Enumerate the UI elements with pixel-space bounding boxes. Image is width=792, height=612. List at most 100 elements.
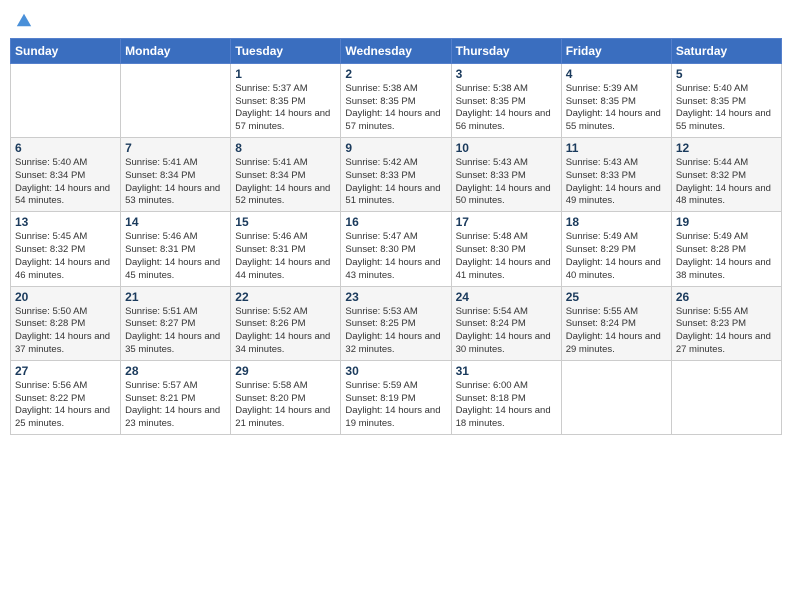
calendar-header: SundayMondayTuesdayWednesdayThursdayFrid…	[11, 38, 782, 63]
calendar-week-row: 6 Sunrise: 5:40 AMSunset: 8:34 PMDaylight…	[11, 138, 782, 212]
calendar-day-cell: 8Sunrise: 5:41 AMSunset: 8:34 PMDaylight…	[231, 138, 341, 212]
calendar-day-cell: 10 Sunrise: 5:43 AMSunset: 8:33 PMDayligh…	[451, 138, 561, 212]
day-info: Sunrise: 5:53 AMSunset: 8:25 PMDaylight:…	[345, 306, 446, 357]
calendar-day-cell: 12 Sunrise: 5:44 AMSunset: 8:32 PMDayligh…	[671, 138, 781, 212]
day-number: 7	[125, 141, 226, 155]
calendar-day-cell: 2Sunrise: 5:38 AMSunset: 8:35 PMDaylight…	[341, 63, 451, 137]
day-info: Sunrise: 5:59 AMSunset: 8:19 PMDaylight:…	[345, 380, 446, 431]
day-info: Sunrise: 5:40 AMSunset: 8:35 PMDaylight:…	[676, 83, 777, 134]
day-number: 27	[15, 364, 116, 378]
day-number: 15	[235, 215, 336, 229]
calendar-day-cell: 1 Sunrise: 5:37 AMSunset: 8:35 PMDaylight…	[231, 63, 341, 137]
day-info: Sunrise: 5:50 AMSunset: 8:28 PMDaylight:…	[15, 306, 116, 357]
day-number: 11	[566, 141, 667, 155]
calendar-day-cell: 3 Sunrise: 5:38 AMSunset: 8:35 PMDaylight…	[451, 63, 561, 137]
day-number: 20	[15, 290, 116, 304]
calendar-day-cell: 26Sunrise: 5:55 AMSunset: 8:23 PMDayligh…	[671, 286, 781, 360]
day-info: Sunrise: 5:39 AMSunset: 8:35 PMDaylight:…	[566, 83, 667, 134]
calendar-day-cell	[121, 63, 231, 137]
calendar-day-cell: 29 Sunrise: 5:58 AMSunset: 8:20 PMDayligh…	[231, 360, 341, 434]
calendar-day-cell: 7Sunrise: 5:41 AMSunset: 8:34 PMDaylight…	[121, 138, 231, 212]
calendar-header-cell: Wednesday	[341, 38, 451, 63]
calendar-header-cell: Monday	[121, 38, 231, 63]
calendar-day-cell: 6 Sunrise: 5:40 AMSunset: 8:34 PMDaylight…	[11, 138, 121, 212]
day-info: Sunrise: 5:51 AMSunset: 8:27 PMDaylight:…	[125, 306, 226, 357]
day-info: Sunrise: 5:55 AMSunset: 8:23 PMDaylight:…	[676, 306, 777, 357]
day-number: 24	[456, 290, 557, 304]
day-number: 8	[235, 141, 336, 155]
day-info: Sunrise: 5:43 AMSunset: 8:33 PMDaylight:…	[566, 157, 667, 208]
day-info: Sunrise: 5:49 AMSunset: 8:28 PMDaylight:…	[676, 231, 777, 282]
day-number: 28	[125, 364, 226, 378]
calendar-day-cell: 17 Sunrise: 5:48 AMSunset: 8:30 PMDayligh…	[451, 212, 561, 286]
day-number: 5	[676, 67, 777, 81]
calendar-day-cell: 5 Sunrise: 5:40 AMSunset: 8:35 PMDaylight…	[671, 63, 781, 137]
day-number: 22	[235, 290, 336, 304]
calendar-week-row: 20 Sunrise: 5:50 AMSunset: 8:28 PMDayligh…	[11, 286, 782, 360]
day-info: Sunrise: 5:43 AMSunset: 8:33 PMDaylight:…	[456, 157, 557, 208]
day-info: Sunrise: 5:40 AMSunset: 8:34 PMDaylight:…	[15, 157, 116, 208]
calendar-day-cell	[671, 360, 781, 434]
day-info: Sunrise: 5:58 AMSunset: 8:20 PMDaylight:…	[235, 380, 336, 431]
calendar-day-cell: 18Sunrise: 5:49 AMSunset: 8:29 PMDayligh…	[561, 212, 671, 286]
calendar-body: 1 Sunrise: 5:37 AMSunset: 8:35 PMDaylight…	[11, 63, 782, 434]
day-number: 14	[125, 215, 226, 229]
calendar-day-cell: 13Sunrise: 5:45 AMSunset: 8:32 PMDayligh…	[11, 212, 121, 286]
calendar-week-row: 13Sunrise: 5:45 AMSunset: 8:32 PMDayligh…	[11, 212, 782, 286]
day-info: Sunrise: 5:38 AMSunset: 8:35 PMDaylight:…	[456, 83, 557, 134]
calendar-day-cell: 16Sunrise: 5:47 AMSunset: 8:30 PMDayligh…	[341, 212, 451, 286]
day-number: 12	[676, 141, 777, 155]
calendar-day-cell: 15Sunrise: 5:46 AMSunset: 8:31 PMDayligh…	[231, 212, 341, 286]
logo-icon	[15, 11, 33, 29]
calendar-day-cell: 19 Sunrise: 5:49 AMSunset: 8:28 PMDayligh…	[671, 212, 781, 286]
day-number: 30	[345, 364, 446, 378]
day-number: 2	[345, 67, 446, 81]
day-info: Sunrise: 5:48 AMSunset: 8:30 PMDaylight:…	[456, 231, 557, 282]
logo-text	[14, 10, 33, 30]
calendar-day-cell: 20 Sunrise: 5:50 AMSunset: 8:28 PMDayligh…	[11, 286, 121, 360]
day-number: 29	[235, 364, 336, 378]
page-header	[10, 10, 782, 30]
day-info: Sunrise: 5:52 AMSunset: 8:26 PMDaylight:…	[235, 306, 336, 357]
day-info: Sunrise: 5:54 AMSunset: 8:24 PMDaylight:…	[456, 306, 557, 357]
calendar-header-cell: Sunday	[11, 38, 121, 63]
day-info: Sunrise: 5:55 AMSunset: 8:24 PMDaylight:…	[566, 306, 667, 357]
day-info: Sunrise: 5:46 AMSunset: 8:31 PMDaylight:…	[125, 231, 226, 282]
day-info: Sunrise: 5:42 AMSunset: 8:33 PMDaylight:…	[345, 157, 446, 208]
day-number: 16	[345, 215, 446, 229]
day-info: Sunrise: 5:37 AMSunset: 8:35 PMDaylight:…	[235, 83, 336, 134]
day-number: 1	[235, 67, 336, 81]
day-number: 3	[456, 67, 557, 81]
calendar-day-cell: 11 Sunrise: 5:43 AMSunset: 8:33 PMDayligh…	[561, 138, 671, 212]
calendar-week-row: 1 Sunrise: 5:37 AMSunset: 8:35 PMDaylight…	[11, 63, 782, 137]
calendar-table: SundayMondayTuesdayWednesdayThursdayFrid…	[10, 38, 782, 435]
day-number: 4	[566, 67, 667, 81]
calendar-day-cell	[561, 360, 671, 434]
day-info: Sunrise: 5:57 AMSunset: 8:21 PMDaylight:…	[125, 380, 226, 431]
day-info: Sunrise: 5:44 AMSunset: 8:32 PMDaylight:…	[676, 157, 777, 208]
day-number: 31	[456, 364, 557, 378]
calendar-day-cell: 25 Sunrise: 5:55 AMSunset: 8:24 PMDayligh…	[561, 286, 671, 360]
day-number: 23	[345, 290, 446, 304]
calendar-day-cell: 30 Sunrise: 5:59 AMSunset: 8:19 PMDayligh…	[341, 360, 451, 434]
calendar-header-cell: Saturday	[671, 38, 781, 63]
day-number: 6	[15, 141, 116, 155]
day-info: Sunrise: 5:56 AMSunset: 8:22 PMDaylight:…	[15, 380, 116, 431]
day-number: 19	[676, 215, 777, 229]
calendar-day-cell: 9 Sunrise: 5:42 AMSunset: 8:33 PMDaylight…	[341, 138, 451, 212]
calendar-day-cell: 22 Sunrise: 5:52 AMSunset: 8:26 PMDayligh…	[231, 286, 341, 360]
calendar-header-cell: Tuesday	[231, 38, 341, 63]
calendar-day-cell: 4 Sunrise: 5:39 AMSunset: 8:35 PMDaylight…	[561, 63, 671, 137]
day-number: 10	[456, 141, 557, 155]
day-number: 13	[15, 215, 116, 229]
calendar-header-cell: Thursday	[451, 38, 561, 63]
calendar-day-cell: 27 Sunrise: 5:56 AMSunset: 8:22 PMDayligh…	[11, 360, 121, 434]
day-number: 17	[456, 215, 557, 229]
calendar-header-cell: Friday	[561, 38, 671, 63]
day-number: 9	[345, 141, 446, 155]
calendar-day-cell	[11, 63, 121, 137]
calendar-day-cell: 28 Sunrise: 5:57 AMSunset: 8:21 PMDayligh…	[121, 360, 231, 434]
calendar-day-cell: 14 Sunrise: 5:46 AMSunset: 8:31 PMDayligh…	[121, 212, 231, 286]
day-number: 25	[566, 290, 667, 304]
calendar-day-cell: 31Sunrise: 6:00 AMSunset: 8:18 PMDayligh…	[451, 360, 561, 434]
